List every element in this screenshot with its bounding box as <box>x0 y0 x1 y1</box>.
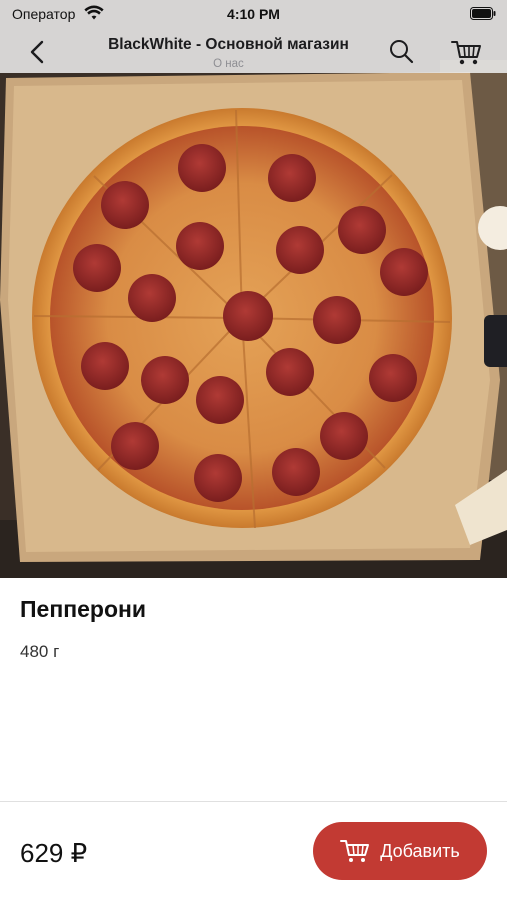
cart-icon <box>340 840 370 862</box>
status-bar: Оператор 4:10 PM <box>0 0 507 30</box>
add-button-label: Добавить <box>380 840 460 861</box>
add-to-cart-button[interactable]: Добавить <box>313 822 487 880</box>
cart-button[interactable] <box>450 37 484 67</box>
product-price: 629 ₽ <box>20 838 88 868</box>
pizza-illustration <box>0 0 507 578</box>
search-button[interactable] <box>387 38 417 66</box>
divider <box>0 801 507 802</box>
search-icon <box>390 40 414 64</box>
navigation-bar: BlackWhite - Основной магазин О нас <box>0 30 507 73</box>
battery-icon <box>470 7 496 25</box>
product-photo <box>0 0 507 578</box>
product-weight: 480 г <box>20 642 60 661</box>
status-time: 4:10 PM <box>227 6 280 22</box>
product-name: Пепперони <box>20 596 147 622</box>
cart-icon <box>451 41 481 65</box>
